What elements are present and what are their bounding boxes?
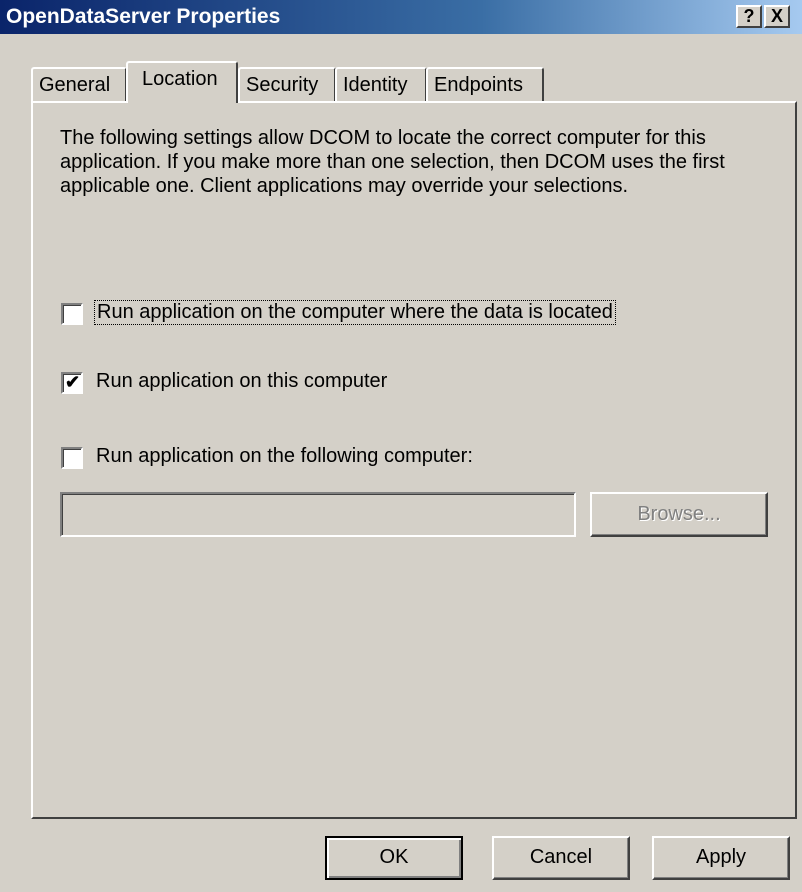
tab-security[interactable]: Security [238, 67, 336, 102]
checkbox-this-computer[interactable]: ✔ [61, 372, 83, 394]
checkmark-icon: ✔ [65, 372, 81, 392]
help-icon: ? [743, 6, 755, 26]
cancel-button[interactable]: Cancel [492, 836, 630, 880]
tab-general[interactable]: General [31, 67, 127, 102]
properties-dialog: OpenDataServer Properties ? X General Lo… [0, 0, 802, 892]
help-button[interactable]: ? [736, 5, 762, 28]
tab-identity[interactable]: Identity [335, 67, 427, 102]
option-label: Run application on the computer where th… [94, 300, 616, 325]
tab-endpoints[interactable]: Endpoints [426, 67, 544, 102]
browse-button[interactable]: Browse... [590, 492, 768, 537]
ok-button[interactable]: OK [325, 836, 463, 880]
title-bar[interactable]: OpenDataServer Properties ? X [0, 0, 802, 34]
option-label: Run application on the following compute… [96, 445, 473, 467]
checkbox-following-computer[interactable] [61, 447, 83, 469]
location-description: The following settings allow DCOM to loc… [60, 127, 725, 197]
close-button[interactable]: X [764, 5, 790, 28]
close-icon: X [770, 6, 783, 26]
apply-button[interactable]: Apply [652, 836, 790, 880]
tab-location[interactable]: Location [126, 61, 238, 103]
option-label: Run application on this computer [96, 370, 388, 392]
checkbox-data-location[interactable] [61, 303, 83, 325]
window-title: OpenDataServer Properties [6, 5, 281, 28]
computer-name-input[interactable] [60, 492, 576, 537]
